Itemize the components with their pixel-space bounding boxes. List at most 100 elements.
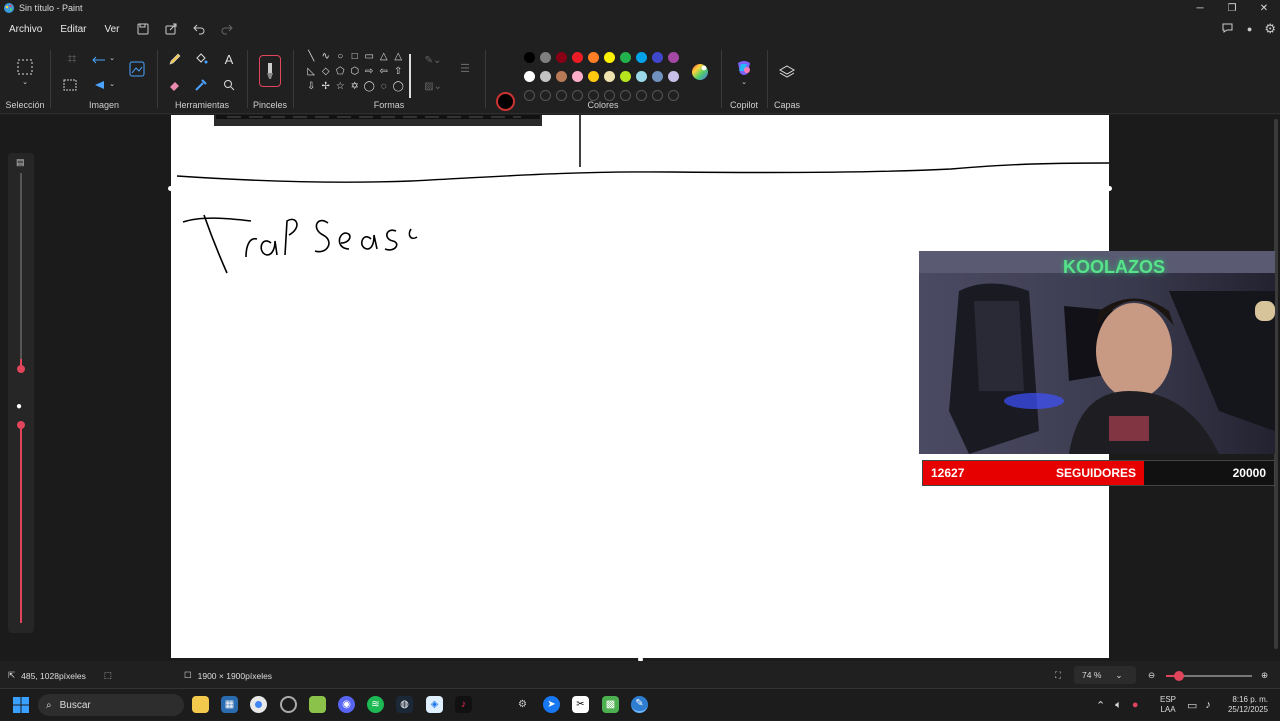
chevron-down-icon[interactable]: ⌄: [740, 78, 748, 86]
five-point-star-shape-icon[interactable]: ☆: [333, 80, 348, 94]
chevron-down-icon[interactable]: ⌄: [108, 54, 116, 62]
browser-icon[interactable]: ◈: [426, 696, 443, 713]
select-rectangle-icon[interactable]: [16, 58, 34, 76]
messenger-icon[interactable]: ➤: [543, 696, 560, 713]
color-swatch[interactable]: [524, 52, 535, 63]
discord-icon[interactable]: ◉: [338, 696, 355, 713]
image-select-icon[interactable]: [128, 60, 146, 78]
account-icon[interactable]: ●: [1247, 24, 1252, 34]
feedback-icon[interactable]: [1222, 20, 1235, 38]
volume-icon[interactable]: 🔈︎: [1115, 699, 1122, 712]
magnifier-icon[interactable]: [220, 76, 238, 94]
brush-icon[interactable]: [259, 55, 281, 87]
color-swatch[interactable]: [556, 71, 567, 82]
settings-gear-icon[interactable]: ⚙: [1264, 21, 1276, 37]
minecraft-icon[interactable]: ▩: [602, 696, 619, 713]
color-swatch[interactable]: [524, 71, 535, 82]
resize-handle-right[interactable]: [1107, 186, 1112, 191]
oval-shape-icon[interactable]: ○: [333, 50, 348, 64]
color-swatch[interactable]: [540, 71, 551, 82]
color-swatch[interactable]: [588, 71, 599, 82]
capcut-icon[interactable]: ✂: [572, 696, 589, 713]
rectangle-shape-icon[interactable]: □: [348, 50, 363, 64]
zoom-dropdown[interactable]: 74 % ⌄: [1074, 666, 1136, 684]
fill-bucket-icon[interactable]: [192, 50, 210, 68]
brush-size-knob[interactable]: [17, 365, 25, 373]
color-swatch[interactable]: [620, 52, 631, 63]
arrow-right-shape-icon[interactable]: ⇨: [362, 65, 377, 79]
custom-color-slot[interactable]: [668, 90, 679, 101]
crop-icon[interactable]: ⌗: [64, 51, 80, 68]
edit-colors-icon[interactable]: [690, 62, 710, 82]
line-shape-icon[interactable]: ╲: [304, 50, 319, 64]
arrow-down-shape-icon[interactable]: ⇩: [304, 80, 319, 94]
chevron-down-icon[interactable]: ⌄: [20, 78, 30, 86]
menu-archivo[interactable]: Archivo: [0, 17, 51, 41]
custom-color-slot[interactable]: [620, 90, 631, 101]
custom-color-slot[interactable]: [604, 90, 615, 101]
diamond-shape-icon[interactable]: ◇: [319, 65, 334, 79]
opacity-knob[interactable]: [17, 421, 25, 429]
fit-to-window-icon[interactable]: ⛶: [1055, 670, 1061, 681]
color-picker-icon[interactable]: [192, 76, 210, 94]
windows-start-icon[interactable]: [12, 696, 29, 713]
hexagon-shape-icon[interactable]: ⬡: [348, 65, 363, 79]
layers-icon[interactable]: [777, 62, 797, 82]
primary-color-swatch[interactable]: [496, 92, 515, 111]
arrow-left-shape-icon[interactable]: ⇦: [377, 65, 392, 79]
undo-icon[interactable]: [185, 17, 213, 41]
share-icon[interactable]: [157, 17, 185, 41]
copilot-icon[interactable]: [734, 58, 754, 78]
color-swatch[interactable]: [652, 52, 663, 63]
redo-icon[interactable]: [213, 17, 241, 41]
chrome-icon[interactable]: [250, 696, 267, 713]
close-button[interactable]: ✕: [1248, 0, 1280, 16]
minimize-button[interactable]: ─: [1184, 0, 1216, 16]
file-explorer-icon[interactable]: [192, 696, 209, 713]
custom-color-slot[interactable]: [636, 90, 647, 101]
clock[interactable]: 8:16 p. m. 25/12/2025: [1224, 689, 1268, 721]
rounded-rectangle-shape-icon[interactable]: ▭: [362, 50, 377, 64]
store-icon[interactable]: ▦: [221, 696, 238, 713]
settings-taskbar-icon[interactable]: ⚙: [514, 696, 531, 713]
color-swatch[interactable]: [636, 52, 647, 63]
shapes-scrollbar[interactable]: [409, 54, 411, 98]
menu-editar[interactable]: Editar: [51, 17, 95, 41]
chevron-down-icon[interactable]: ⌄: [108, 80, 116, 88]
callout-oval-shape-icon[interactable]: ◯: [362, 80, 377, 94]
zoom-out-icon[interactable]: ⊖: [1148, 670, 1155, 681]
four-point-star-shape-icon[interactable]: ✢: [319, 80, 334, 94]
zoom-slider-knob[interactable]: [1173, 671, 1184, 681]
right-triangle-shape-icon[interactable]: ◺: [304, 65, 319, 79]
size-lines-icon[interactable]: ☰: [456, 60, 474, 76]
resize-handle-left[interactable]: [168, 186, 173, 191]
color-swatch[interactable]: [636, 71, 647, 82]
outline-style-icon[interactable]: ✎⌄: [420, 52, 446, 68]
color-swatch[interactable]: [556, 52, 567, 63]
custom-color-slot[interactable]: [524, 90, 535, 101]
polygon-shape-icon[interactable]: △: [377, 50, 392, 64]
custom-color-slot[interactable]: [588, 90, 599, 101]
custom-color-slot[interactable]: [652, 90, 663, 101]
paint-taskbar-icon[interactable]: ✎: [631, 696, 648, 713]
github-icon[interactable]: [280, 696, 297, 713]
color-swatch[interactable]: [588, 52, 599, 63]
rotate-icon[interactable]: [90, 78, 108, 92]
language-indicator[interactable]: ESP LAA: [1160, 689, 1176, 721]
restore-button[interactable]: ❐: [1216, 0, 1248, 16]
quick-settings[interactable]: ▭ ♪: [1187, 689, 1211, 721]
color-swatch[interactable]: [620, 71, 631, 82]
opacity-track[interactable]: [20, 423, 22, 623]
six-point-star-shape-icon[interactable]: ✡: [348, 80, 363, 94]
callout-round-shape-icon[interactable]: ◯: [391, 80, 406, 94]
color-swatch[interactable]: [668, 71, 679, 82]
custom-color-slot[interactable]: [556, 90, 567, 101]
menu-ver[interactable]: Ver: [95, 17, 128, 41]
color-swatch[interactable]: [668, 52, 679, 63]
brush-size-track[interactable]: [20, 173, 22, 369]
save-icon[interactable]: [129, 17, 157, 41]
taskbar-search[interactable]: ⌕ Buscar: [38, 694, 184, 716]
background-remove-icon[interactable]: [62, 78, 78, 92]
color-swatch[interactable]: [572, 52, 583, 63]
tiktok-icon[interactable]: ♪: [455, 696, 472, 713]
